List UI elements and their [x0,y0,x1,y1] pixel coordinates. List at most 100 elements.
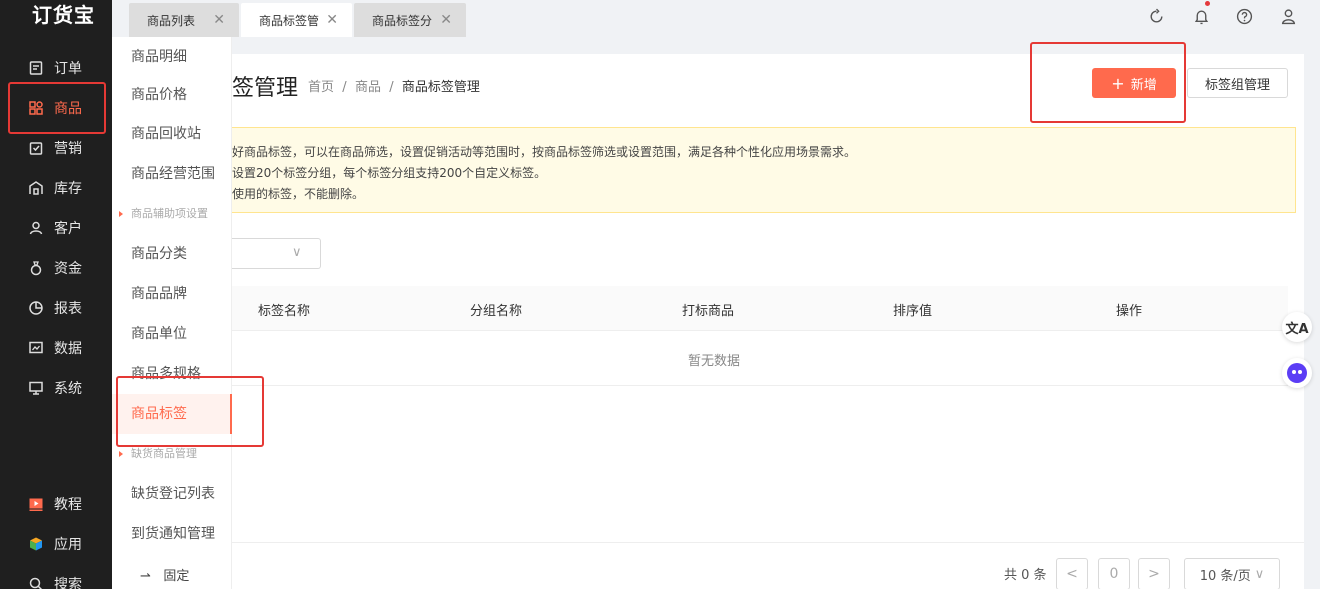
nav-label: 系统 [54,381,82,397]
search-icon [28,576,44,589]
marketing-icon [28,140,44,156]
notice-box: 好商品标签，可以在商品筛选，设置促销活动等范围时，按商品标签筛选或设置范围，满足… [232,127,1296,213]
page-number[interactable]: 0 [1098,558,1130,589]
left-nav: 订货宝 订单 商品 营销 库存 客户 资金 报表 数据 系统 教程 应用 搜索 [0,0,112,589]
nav-label: 客户 [54,221,82,237]
next-page-button[interactable]: > [1138,558,1170,589]
submenu-item-arrival[interactable]: 到货通知管理 [112,514,232,554]
prev-page-button[interactable]: < [1056,558,1088,589]
submenu-item-recycle[interactable]: 商品回收站 [112,114,232,154]
pin-label: 固定 [163,569,190,584]
nav-item-reports[interactable]: 报表 [0,290,112,326]
pagination-total: 共 0 条 [1004,568,1047,583]
column-header-actions: 操作 [1116,304,1143,319]
notice-line: 使用的标签，不能删除。 [232,187,365,201]
nav-item-data[interactable]: 数据 [0,330,112,366]
submenu-item-spec[interactable]: 商品多规格 [112,354,232,394]
nav-label: 教程 [54,497,82,513]
submenu-item-unit[interactable]: 商品单位 [112,314,232,354]
video-icon [28,496,44,512]
page-size-label: 10 条/页 [1199,568,1251,584]
cube-icon [28,536,44,552]
nav-item-goods[interactable]: 商品 [0,90,112,126]
tab-goods-list[interactable]: 商品列表 ✕ [129,3,239,37]
column-header-tagged-goods: 打标商品 [682,304,735,319]
assistant-icon[interactable] [1282,358,1312,388]
order-icon [28,60,44,76]
main-content: 签管理 首页 / 商品 / 商品标签管理 + 新增 标签组管理 好商品标签，可以在… [232,54,1304,589]
submenu-item-detail[interactable]: 商品明细 [112,37,232,77]
nav-item-inventory[interactable]: 库存 [0,170,112,206]
nav-item-marketing[interactable]: 营销 [0,130,112,166]
nav-label: 商品 [54,101,82,117]
add-button[interactable]: + 新增 [1092,68,1176,98]
tab-label: 商品列表 [147,13,196,28]
notice-line: 设置20个标签分组，每个标签分组支持200个自定义标签。 [232,166,547,180]
nav-label: 营销 [54,141,82,157]
close-icon[interactable]: ✕ [213,12,225,28]
nav-label: 数据 [54,341,82,357]
nav-label: 应用 [54,537,82,553]
submenu-item-tags[interactable]: 商品标签 [112,394,232,434]
close-icon[interactable]: ✕ [326,12,338,28]
divider [232,542,1304,543]
money-bag-icon [28,260,44,276]
submenu-item-brand[interactable]: 商品品牌 [112,274,232,314]
submenu-group-aux[interactable]: 商品辅助项设置 [112,199,232,229]
nav-item-tutorial[interactable]: 教程 [0,486,112,522]
submenu-group-stockout[interactable]: 缺货商品管理 [112,439,232,469]
account-icon[interactable] [1278,6,1298,26]
grid-icon [28,100,44,116]
column-header-sort: 排序值 [893,304,933,319]
page-size-select[interactable]: 10 条/页 ∨ [1184,558,1280,589]
notice-line: 好商品标签，可以在商品筛选，设置促销活动等范围时，按商品标签筛选或设置范围，满足… [232,145,857,159]
tab-bar: 商品列表 ✕ 商品标签管 ✕ 商品标签分 ✕ [112,0,1320,37]
page-title: 签管理 [232,76,299,101]
breadcrumb-sep: / [338,80,351,95]
submenu-item-scope[interactable]: 商品经营范围 [112,154,232,194]
submenu-item-price[interactable]: 商品价格 [112,75,232,115]
submenu-item-category[interactable]: 商品分类 [112,234,232,274]
breadcrumb: 首页 / 商品 / 商品标签管理 [308,76,480,95]
tab-label: 商品标签分 [372,13,433,28]
close-icon[interactable]: ✕ [440,12,452,28]
nav-label: 搜索 [54,577,82,589]
warehouse-icon [28,180,44,196]
app-logo: 订货宝 [32,3,95,27]
tag-group-manage-button[interactable]: 标签组管理 [1187,68,1288,98]
breadcrumb-current: 商品标签管理 [401,80,480,95]
user-icon [28,220,44,236]
bell-icon[interactable] [1191,6,1211,26]
notification-dot [1205,1,1210,6]
nav-item-funds[interactable]: 资金 [0,250,112,286]
data-icon [28,340,44,356]
add-button-label: 新增 [1130,77,1157,93]
group-select[interactable]: ∨ [232,238,321,269]
nav-item-customer[interactable]: 客户 [0,210,112,246]
monitor-icon [28,380,44,396]
tab-label: 商品标签管 [259,13,320,28]
tab-tag-management[interactable]: 商品标签管 ✕ [241,3,352,37]
refresh-icon[interactable] [1146,6,1166,26]
pin-menu[interactable]: ⇀ 固定 [112,565,232,589]
breadcrumb-home[interactable]: 首页 [308,80,334,95]
goods-submenu: 商品明细 商品价格 商品回收站 商品经营范围 商品辅助项设置 商品分类 商品品牌… [112,37,232,589]
submenu-item-stockout-list[interactable]: 缺货登记列表 [112,474,232,514]
nav-item-order[interactable]: 订单 [0,50,112,86]
breadcrumb-goods[interactable]: 商品 [355,80,381,95]
nav-label: 资金 [54,261,82,277]
column-header-group-name: 分组名称 [470,304,523,319]
pie-chart-icon [28,300,44,316]
column-header-tag-name: 标签名称 [258,304,311,319]
plus-icon: + [1111,73,1125,93]
nav-item-system[interactable]: 系统 [0,370,112,406]
nav-item-apps[interactable]: 应用 [0,526,112,562]
table-empty-row: 暂无数据 [232,332,1288,386]
table-header: 标签名称 分组名称 打标商品 排序值 操作 [232,286,1288,331]
nav-label: 订单 [54,61,82,77]
tab-tag-group[interactable]: 商品标签分 ✕ [354,3,466,37]
nav-item-search[interactable]: 搜索 [0,566,112,589]
nav-label: 库存 [54,181,82,197]
translate-icon[interactable]: 文A [1282,312,1312,342]
help-icon[interactable] [1234,6,1254,26]
